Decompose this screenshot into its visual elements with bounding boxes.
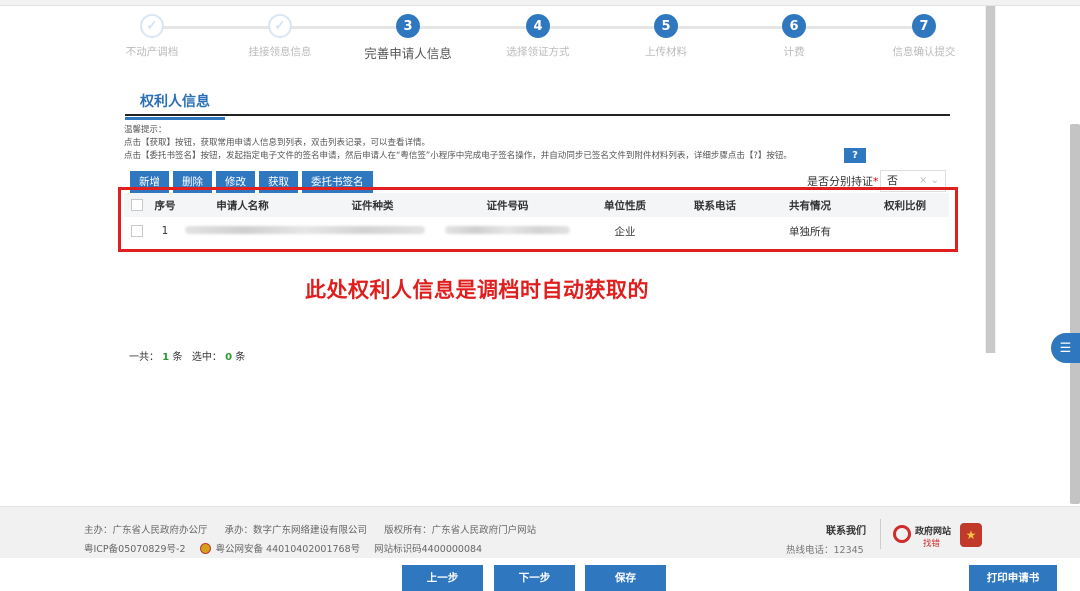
progress-stepper: ✓ 不动产调档 ✓ 挂接领息信息 3 完善申请人信息 4 选择领证方式 5 上传…	[90, 14, 990, 64]
step-5: 5 上传材料	[601, 14, 731, 59]
section-tabs: 权利人信息	[125, 88, 950, 118]
step-4: 4 选择领证方式	[473, 14, 603, 59]
footer-divider	[880, 519, 881, 549]
total-count: 1	[162, 352, 169, 363]
clear-icon[interactable]: ×	[919, 175, 927, 186]
inner-scrollbar-thumb[interactable]	[986, 6, 995, 353]
action-bar: 上一步 下一步 保存 打印申请书	[0, 558, 1080, 591]
annotation-text: 此处权利人信息是调档时自动获取的	[305, 274, 649, 304]
footer-icp[interactable]: 粤ICP备05070829号-2	[84, 541, 186, 555]
selected-count: 0	[225, 352, 232, 363]
hotline: 热线电话：12345	[786, 542, 864, 556]
tab-divider	[125, 114, 950, 116]
outer-scrollbar-thumb[interactable]	[1070, 124, 1080, 504]
save-button[interactable]: 保存	[585, 565, 666, 591]
step-label: 上传材料	[601, 44, 731, 59]
check-icon: ✓	[268, 14, 292, 38]
contact-us-link[interactable]: 联系我们	[826, 522, 866, 537]
footer-line: 主办：广东省人民政府办公厅 承办：数字广东网络建设有限公司 版权所有：广东省人民…	[84, 522, 550, 536]
footer-host: 主办：广东省人民政府办公厅	[84, 525, 208, 536]
tips-line: 点击【委托书签名】按钮，发起指定电子文件的签名申请，然后申请人在“粤信签”小程序…	[124, 150, 884, 163]
footer-line: 粤ICP备05070829号-2 粤公网安备 44010402001768号 网…	[84, 541, 496, 555]
selected-unit: 条	[235, 352, 245, 363]
table-summary: 一共： 1 条 选中： 0 条	[129, 348, 245, 363]
step-number: 5	[654, 14, 678, 38]
magnifier-icon	[893, 525, 911, 543]
step-7: 7 信息确认提交	[859, 14, 989, 59]
footer-builder: 承办：数字广东网络建设有限公司	[225, 525, 368, 536]
step-label: 不动产调档	[87, 44, 217, 59]
step-label: 信息确认提交	[859, 44, 989, 59]
prev-step-button[interactable]: 上一步	[402, 565, 483, 591]
party-emblem-icon[interactable]: ★	[960, 523, 982, 547]
footer-site-id: 网站标识码4400000084	[374, 541, 482, 555]
footer-copyright: 版权所有：广东省人民政府门户网站	[384, 525, 536, 536]
total-label: 一共：	[129, 352, 159, 363]
site-footer: 主办：广东省人民政府办公厅 承办：数字广东网络建设有限公司 版权所有：广东省人民…	[0, 506, 1080, 558]
tips-line: 点击【获取】按钮，获取常用申请人信息到列表，双击列表记录，可以查看详情。	[124, 137, 884, 150]
step-label: 挂接领息信息	[215, 44, 345, 59]
tips-block: 温馨提示： 点击【获取】按钮，获取常用申请人信息到列表，双击列表记录，可以查看详…	[124, 124, 884, 163]
check-icon: ✓	[140, 14, 164, 38]
step-number: 6	[782, 14, 806, 38]
step-1: ✓ 不动产调档	[87, 14, 217, 59]
step-number: 4	[526, 14, 550, 38]
help-button[interactable]: ?	[844, 148, 866, 163]
step-label: 计费	[729, 44, 859, 59]
page: ✓ 不动产调档 ✓ 挂接领息信息 3 完善申请人信息 4 选择领证方式 5 上传…	[0, 0, 1080, 591]
tips-heading: 温馨提示：	[124, 124, 884, 137]
step-number: 3	[396, 14, 420, 38]
badge-subtitle: 找错	[923, 537, 940, 549]
gov-site-error-badge[interactable]: 政府网站 找错	[893, 521, 955, 549]
total-unit: 条	[172, 352, 182, 363]
step-label: 完善申请人信息	[343, 43, 473, 62]
badge-title: 政府网站	[915, 524, 951, 537]
step-2: ✓ 挂接领息信息	[215, 14, 345, 59]
next-step-button[interactable]: 下一步	[494, 565, 575, 591]
selected-label: 选中：	[192, 352, 222, 363]
split-certificate-value: 否	[887, 174, 898, 187]
highlight-box	[118, 187, 958, 252]
browser-top-strip	[0, 0, 1080, 6]
step-6: 6 计费	[729, 14, 859, 59]
footer-police[interactable]: 粤公网安备 44010402001768号	[216, 541, 361, 555]
police-badge-icon	[200, 543, 211, 554]
step-number: 7	[912, 14, 936, 38]
print-application-button[interactable]: 打印申请书	[969, 565, 1057, 591]
step-label: 选择领证方式	[473, 44, 603, 59]
step-3-current: 3 完善申请人信息	[343, 14, 473, 62]
side-menu-icon[interactable]: ☰	[1051, 333, 1080, 363]
chevron-down-icon[interactable]: ⌄	[931, 175, 939, 186]
